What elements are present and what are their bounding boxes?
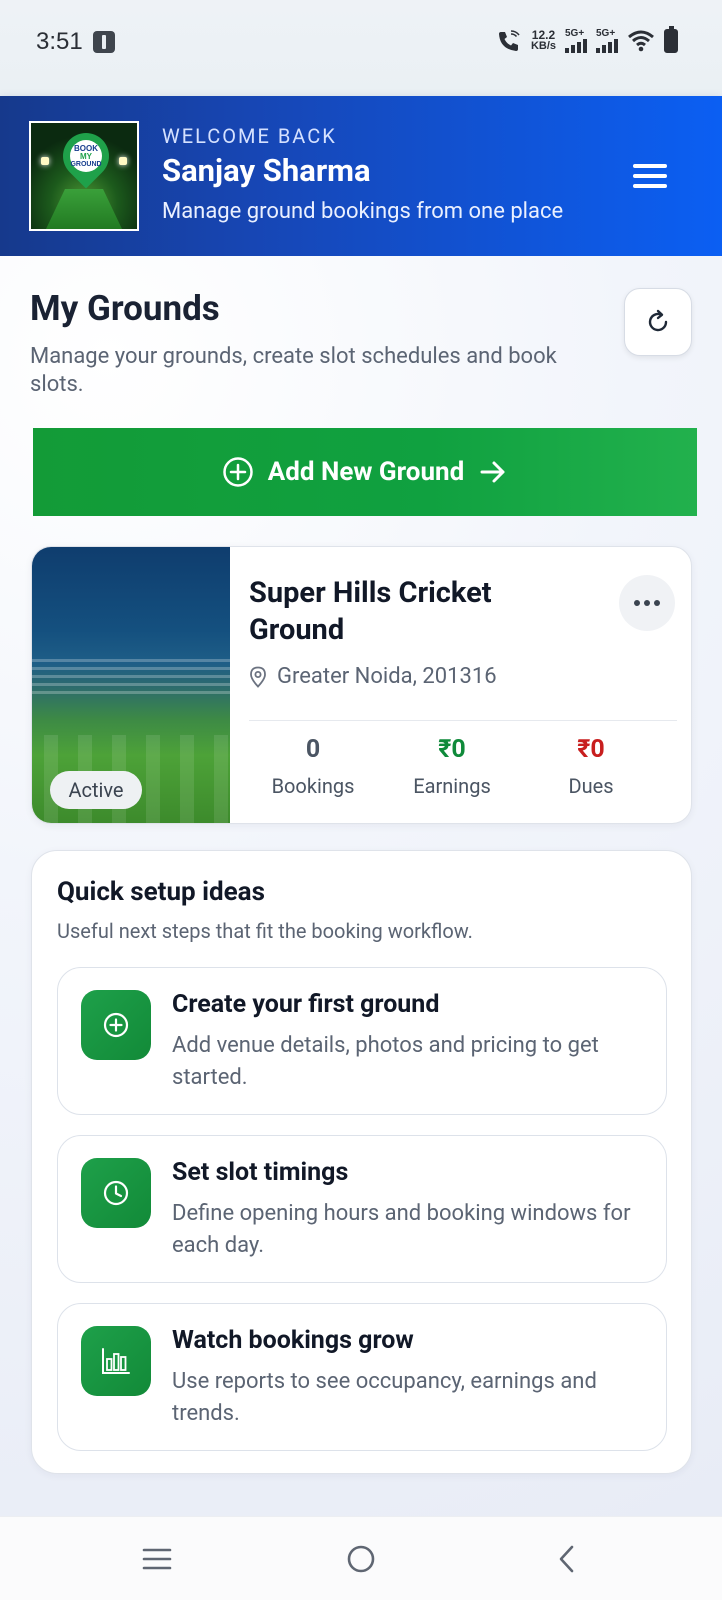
hamburger-menu-icon[interactable]	[633, 164, 667, 188]
home-circle-icon	[347, 1545, 375, 1573]
app-header: BOOK MY GROUND WELCOME BACK Sanjay Sharm…	[0, 96, 722, 256]
add-new-ground-label: Add New Ground	[267, 457, 465, 487]
idea-icon-box	[81, 1158, 151, 1228]
system-nav-bar	[0, 1516, 722, 1600]
more-options-button[interactable]	[619, 575, 675, 631]
idea-title: Create your first ground	[172, 990, 440, 1019]
signal-bars-icon	[565, 39, 587, 53]
chevron-left-icon	[559, 1545, 574, 1573]
recent-apps-button[interactable]	[141, 1543, 173, 1575]
home-button[interactable]	[345, 1543, 377, 1575]
idea-slot-timings[interactable]: Set slot timings Define opening hours an…	[57, 1135, 667, 1283]
net-speed: 12.2 KB/s	[530, 29, 556, 52]
stat-dues-label: Dues	[568, 774, 614, 798]
status-time: 3:51	[36, 28, 83, 55]
sim2-label: 5G+	[596, 28, 616, 39]
stat-bookings: 0 Bookings	[248, 735, 378, 798]
idea-description: Define opening hours and booking windows…	[172, 1201, 631, 1258]
location-pin-icon	[250, 666, 266, 688]
app-logo: BOOK MY GROUND	[29, 121, 139, 231]
ground-photo: Active	[32, 547, 230, 823]
signal-sim1: 5G+	[565, 29, 587, 53]
add-new-ground-button[interactable]: Add New Ground	[33, 428, 697, 516]
menu-lines-icon	[142, 1548, 172, 1570]
arrow-right-icon	[480, 461, 505, 483]
wifi-calling-icon	[498, 30, 520, 51]
bar-chart-icon	[102, 1348, 130, 1374]
stat-earnings: ₹0 Earnings	[387, 735, 517, 798]
clock-icon	[103, 1180, 129, 1206]
plus-circle-icon	[223, 457, 253, 487]
wifi-icon	[628, 30, 654, 52]
logo-text-my: MY	[80, 152, 92, 161]
card-divider	[249, 720, 677, 721]
logo-text-ground: GROUND	[70, 161, 102, 168]
header-tagline: Manage ground bookings from one place	[162, 199, 564, 224]
idea-create-ground[interactable]: Create your first ground Add venue detai…	[57, 967, 667, 1115]
stat-dues: ₹0 Dues	[526, 735, 656, 798]
ideas-title: Quick setup ideas	[57, 877, 265, 907]
battery-icon	[664, 26, 678, 53]
ground-card[interactable]: Active Super Hills Cricket Ground Greate…	[31, 546, 692, 824]
status-badge: Active	[50, 771, 142, 809]
stat-earnings-label: Earnings	[413, 774, 491, 798]
quick-setup-card: Quick setup ideas Useful next steps that…	[31, 850, 692, 1474]
page-title: My Grounds	[30, 288, 220, 329]
refresh-button[interactable]	[624, 288, 692, 356]
idea-description: Use reports to see occupancy, earnings a…	[172, 1369, 597, 1426]
plus-circle-icon	[103, 1012, 129, 1038]
stat-earnings-value: ₹0	[438, 735, 466, 764]
idea-description: Add venue details, photos and pricing to…	[172, 1033, 599, 1090]
refresh-icon	[648, 309, 668, 332]
idea-title: Set slot timings	[172, 1158, 349, 1187]
welcome-label: WELCOME BACK	[162, 124, 337, 148]
idea-icon-box	[81, 1326, 151, 1396]
idea-title: Watch bookings grow	[172, 1326, 414, 1355]
stat-bookings-value: 0	[305, 735, 321, 764]
stat-bookings-label: Bookings	[271, 774, 355, 798]
ground-name: Super Hills Cricket Ground	[249, 576, 492, 647]
status-icons: 12.2 KB/s 5G+ 5G+	[496, 26, 678, 54]
signal-sim2: 5G+	[596, 29, 618, 53]
idea-watch-bookings[interactable]: Watch bookings grow Use reports to see o…	[57, 1303, 667, 1451]
signal-bars-icon	[596, 39, 618, 53]
user-name: Sanjay Sharma	[162, 152, 371, 189]
location-text: Greater Noida, 201316	[277, 664, 497, 689]
stat-dues-value: ₹0	[577, 735, 605, 764]
ground-location: Greater Noida, 201316	[249, 664, 497, 689]
usb-icon	[93, 31, 115, 53]
back-button[interactable]	[551, 1543, 583, 1575]
status-bar: 3:51 12.2 KB/s 5G+ 5G+	[0, 0, 722, 96]
ideas-subtitle: Useful next steps that fit the booking w…	[57, 919, 473, 943]
idea-icon-box	[81, 990, 151, 1060]
sim1-label: 5G+	[565, 28, 585, 39]
page-subtitle: Manage your grounds, create slot schedul…	[30, 344, 557, 397]
more-icon	[634, 600, 640, 606]
net-speed-unit: KB/s	[530, 40, 556, 52]
